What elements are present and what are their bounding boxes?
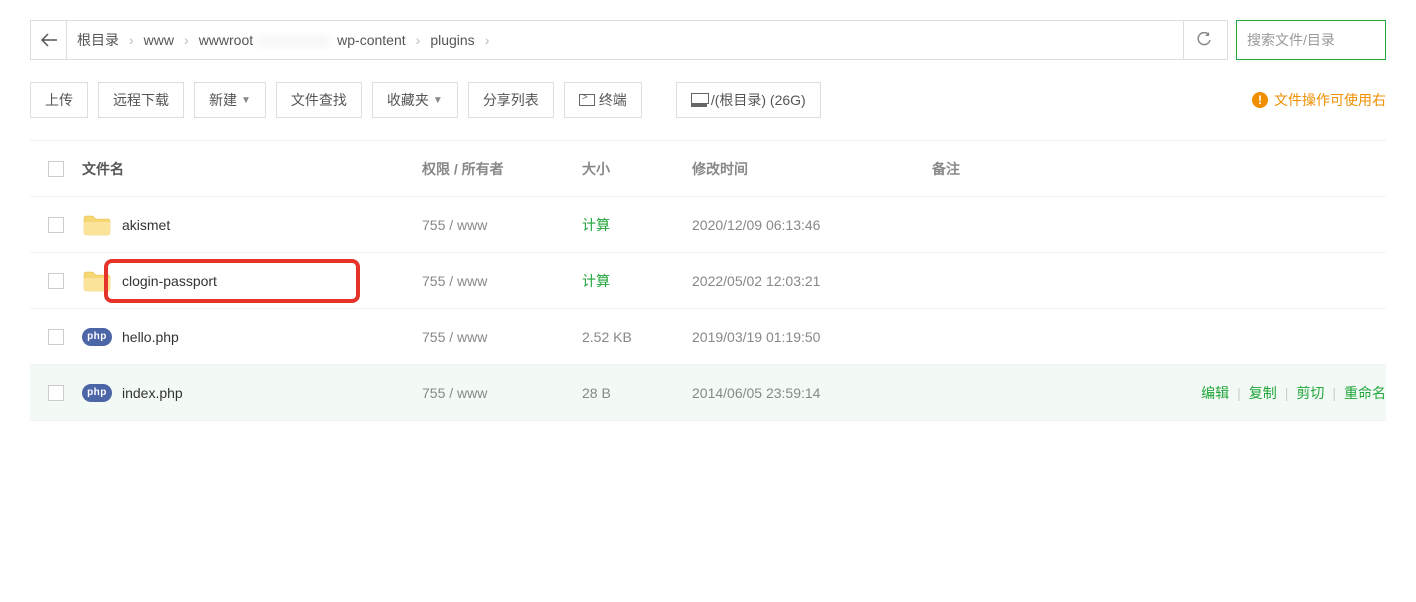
table-row[interactable]: php index.php 755 / www28 B2014/06/05 23:5… (30, 365, 1386, 421)
breadcrumb[interactable]: 根目录 › www › wwwroot xxxxxxxx wp-content … (67, 30, 1183, 50)
crumb-root[interactable]: 根目录 (77, 30, 119, 50)
crumb-wpcontent[interactable]: wp-content (337, 32, 405, 48)
row-checkbox[interactable] (48, 217, 64, 233)
select-all-checkbox[interactable] (48, 161, 64, 177)
disk-button[interactable]: /(根目录) (26G) (676, 82, 821, 118)
folder-icon (82, 269, 112, 293)
file-mtime: 2020/12/09 06:13:46 (692, 217, 932, 233)
col-note[interactable]: 备注 (932, 159, 1386, 179)
chevron-right-icon: › (125, 32, 138, 48)
terminal-button[interactable]: 终端 (564, 82, 642, 118)
chevron-right-icon: › (412, 32, 425, 48)
file-perm[interactable]: 755 / www (422, 217, 582, 233)
table-row[interactable]: clogin-passport 755 / www计算2022/05/02 12:… (30, 253, 1386, 309)
row-checkbox[interactable] (48, 329, 64, 345)
file-size[interactable]: 计算 (582, 271, 692, 291)
php-icon: php (82, 384, 112, 402)
upload-button[interactable]: 上传 (30, 82, 88, 118)
row-checkbox[interactable] (48, 385, 64, 401)
folder-icon (82, 213, 112, 237)
action-copy[interactable]: 复制 (1249, 383, 1277, 403)
action-edit[interactable]: 编辑 (1201, 383, 1229, 403)
crumb-www[interactable]: www (144, 32, 174, 48)
file-size: 28 B (582, 385, 692, 401)
crumb-hidden[interactable]: xxxxxxxx (259, 32, 331, 48)
search-box[interactable] (1236, 20, 1386, 60)
col-name[interactable]: 文件名 (82, 159, 422, 179)
favorites-button[interactable]: 收藏夹▼ (372, 82, 458, 118)
file-search-button[interactable]: 文件查找 (276, 82, 362, 118)
file-name[interactable]: clogin-passport (122, 273, 217, 289)
crumb-wwwroot[interactable]: wwwroot (199, 32, 253, 48)
action-rename[interactable]: 重命名 (1344, 383, 1386, 403)
file-perm[interactable]: 755 / www (422, 385, 582, 401)
remote-download-button[interactable]: 远程下载 (98, 82, 184, 118)
row-checkbox[interactable] (48, 273, 64, 289)
file-name[interactable]: akismet (122, 217, 170, 233)
search-input[interactable] (1237, 21, 1385, 59)
col-size[interactable]: 大小 (582, 159, 692, 179)
warning-icon: ! (1252, 92, 1268, 108)
file-name[interactable]: index.php (122, 385, 183, 401)
file-mtime: 2019/03/19 01:19:50 (692, 329, 932, 345)
table-row[interactable]: akismet 755 / www计算2020/12/09 06:13:46 (30, 197, 1386, 253)
file-size[interactable]: 计算 (582, 215, 692, 235)
file-mtime: 2022/05/02 12:03:21 (692, 273, 932, 289)
table-header-row: 文件名 权限 / 所有者 大小 修改时间 备注 (30, 141, 1386, 197)
file-name[interactable]: hello.php (122, 329, 179, 345)
file-size: 2.52 KB (582, 329, 692, 345)
action-cut[interactable]: 剪切 (1296, 383, 1324, 403)
warning-note: ! 文件操作可使用右 (1252, 90, 1386, 110)
row-actions: 编辑|复制|剪切|重命名 (1201, 383, 1386, 403)
drive-icon (691, 93, 707, 107)
back-button[interactable] (31, 21, 67, 59)
col-mtime[interactable]: 修改时间 (692, 159, 932, 179)
share-list-button[interactable]: 分享列表 (468, 82, 554, 118)
new-button[interactable]: 新建▼ (194, 82, 266, 118)
file-perm[interactable]: 755 / www (422, 329, 582, 345)
table-row[interactable]: php hello.php 755 / www2.52 KB2019/03/19 0… (30, 309, 1386, 365)
chevron-right-icon: › (481, 32, 494, 48)
chevron-right-icon: › (180, 32, 193, 48)
file-mtime: 2014/06/05 23:59:14 (692, 385, 932, 401)
chevron-down-icon: ▼ (241, 95, 251, 106)
refresh-button[interactable] (1183, 21, 1223, 59)
chevron-down-icon: ▼ (433, 95, 443, 106)
php-icon: php (82, 328, 112, 346)
crumb-plugins[interactable]: plugins (430, 32, 474, 48)
terminal-icon (579, 94, 595, 106)
col-perm[interactable]: 权限 / 所有者 (422, 159, 582, 179)
file-perm[interactable]: 755 / www (422, 273, 582, 289)
